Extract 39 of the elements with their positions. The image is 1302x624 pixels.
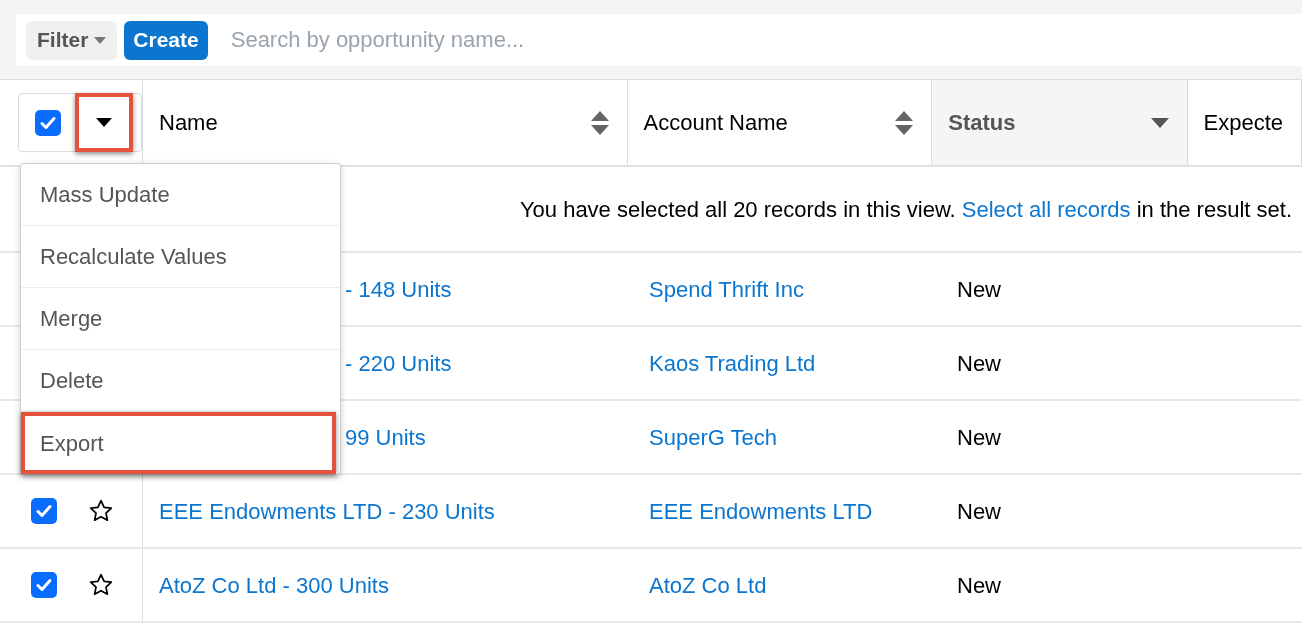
account-link[interactable]: EEE Endowments LTD xyxy=(649,494,873,528)
selection-notice: You have selected all 20 records in this view. Select all records in the result set. xyxy=(519,195,1292,224)
opportunity-link[interactable]: EEE Endowments LTD - 230 Units xyxy=(159,494,495,528)
filter-button[interactable]: Filter xyxy=(26,20,118,60)
sort-icon xyxy=(895,110,914,135)
star-icon[interactable] xyxy=(88,498,114,524)
status-text: New xyxy=(957,349,1001,378)
checkbox[interactable] xyxy=(31,498,57,524)
menu-item[interactable]: Merge xyxy=(21,288,340,350)
checkbox[interactable] xyxy=(35,109,61,136)
column-header[interactable]: Status xyxy=(932,80,1188,165)
column-header[interactable]: Expecte xyxy=(1187,80,1302,165)
account-link[interactable]: AtoZ Co Ltd xyxy=(649,568,767,602)
select-all-records-link[interactable]: Select all records xyxy=(961,196,1131,222)
account-link[interactable]: Kaos Trading Ltd xyxy=(649,346,816,380)
opportunity-link[interactable]: - 148 Units xyxy=(345,272,452,306)
checkbox[interactable] xyxy=(31,572,57,598)
caret-icon xyxy=(94,36,107,44)
status-text: New xyxy=(957,423,1001,452)
menu-item[interactable]: Export xyxy=(21,412,336,474)
account-link[interactable]: Spend Thrift Inc xyxy=(649,272,804,306)
account-link[interactable]: SuperG Tech xyxy=(649,420,777,454)
opportunity-link[interactable]: 99 Units xyxy=(345,420,426,454)
actions-dropdown-button[interactable] xyxy=(75,93,133,152)
create-button[interactable]: Create xyxy=(124,20,208,60)
checkmark-icon xyxy=(35,576,53,594)
checkmark-icon xyxy=(35,502,53,520)
status-text: New xyxy=(957,571,1001,600)
status-text: New xyxy=(957,275,1001,304)
menu-item[interactable]: Delete xyxy=(21,350,340,412)
sort-icon xyxy=(590,110,609,135)
menu-item[interactable]: Mass Update xyxy=(21,164,340,226)
caret-icon xyxy=(96,118,112,127)
opportunity-link[interactable]: - 220 Units xyxy=(345,346,452,380)
opportunity-link[interactable]: AtoZ Co Ltd - 300 Units xyxy=(159,568,389,602)
star-icon[interactable] xyxy=(88,572,114,598)
status-text: New xyxy=(957,497,1001,526)
sort-down-icon xyxy=(1150,117,1169,128)
menu-item[interactable]: Recalculate Values xyxy=(21,226,340,288)
